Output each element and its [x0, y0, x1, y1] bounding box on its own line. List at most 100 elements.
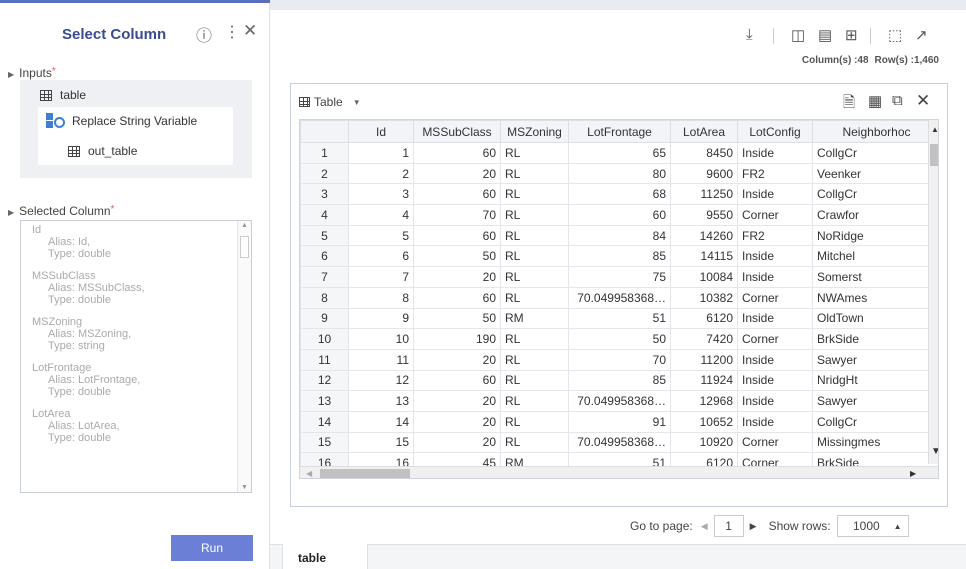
- table-cell[interactable]: 70: [413, 204, 501, 226]
- table-cell[interactable]: RL: [500, 369, 569, 392]
- table-cell[interactable]: FR2: [737, 162, 813, 185]
- table-row[interactable]: 11 11 20 RL 70 11200 Inside Sawyer: [300, 348, 938, 371]
- column-settings-icon[interactable]: ▦: [868, 92, 882, 110]
- table-cell[interactable]: Inside: [737, 142, 813, 164]
- table-cell[interactable]: 20: [413, 410, 501, 433]
- table-cell[interactable]: Corner: [737, 328, 813, 350]
- rows-per-page-select[interactable]: 1000 ▲: [836, 515, 909, 537]
- table-row[interactable]: 5 5 60 RL 84 14260 FR2 NoRidge: [300, 224, 938, 247]
- inputs-section-toggle[interactable]: ▶ Inputs*: [8, 66, 56, 80]
- table-cell[interactable]: RL: [500, 142, 569, 164]
- help-icon[interactable]: ⓘ: [196, 22, 212, 46]
- table-cell[interactable]: 68: [568, 183, 671, 206]
- table-row[interactable]: 2 2 20 RL 80 9600 FR2 Veenker: [300, 162, 938, 185]
- table-cell[interactable]: RL: [500, 328, 569, 350]
- row-index[interactable]: 12: [300, 369, 349, 392]
- grid-layout-icon[interactable]: ⊞: [845, 26, 858, 44]
- table-cell[interactable]: 50: [413, 245, 501, 268]
- table-cell[interactable]: 3: [348, 183, 414, 206]
- column-header[interactable]: Neighborhoc: [812, 120, 938, 143]
- table-cell[interactable]: 9600: [670, 162, 738, 185]
- table-cell[interactable]: 60: [413, 183, 501, 206]
- table-cell[interactable]: RL: [500, 348, 569, 371]
- table-cell[interactable]: 20: [413, 266, 501, 288]
- table-cell[interactable]: 70.049958368…: [568, 286, 671, 309]
- page-input[interactable]: 1: [713, 515, 744, 537]
- table-cell[interactable]: Inside: [737, 410, 813, 433]
- row-index[interactable]: 3: [300, 183, 349, 206]
- table-cell[interactable]: 7420: [670, 328, 738, 350]
- row-index[interactable]: 11: [300, 348, 349, 371]
- table-cell[interactable]: 20: [413, 390, 501, 412]
- table-cell[interactable]: RL: [500, 266, 569, 288]
- table-cell[interactable]: 8: [348, 286, 414, 309]
- row-index[interactable]: 8: [300, 286, 349, 309]
- table-cell[interactable]: 15: [348, 431, 414, 454]
- table-cell[interactable]: RL: [500, 183, 569, 206]
- scroll-down-icon[interactable]: ▼: [241, 484, 248, 491]
- table-cell[interactable]: BrkSide: [812, 328, 938, 350]
- scroll-right-icon[interactable]: ▶: [910, 469, 916, 478]
- table-cell[interactable]: 13: [348, 390, 414, 412]
- table-cell[interactable]: 11200: [670, 348, 738, 371]
- table-cell[interactable]: 20: [413, 431, 501, 454]
- table-cell[interactable]: CollgCr: [812, 142, 938, 164]
- table-cell[interactable]: 9: [348, 307, 414, 330]
- column-header[interactable]: LotFrontage: [568, 120, 671, 143]
- table-row[interactable]: 7 7 20 RL 75 10084 Inside Somerst: [300, 266, 938, 288]
- table-row[interactable]: 1 1 60 RL 65 8450 Inside CollgCr: [300, 142, 938, 164]
- table-cell[interactable]: Veenker: [812, 162, 938, 185]
- column-header[interactable]: MSZoning: [500, 120, 569, 143]
- view-selector[interactable]: Table ▼: [299, 95, 361, 109]
- table-cell[interactable]: 12968: [670, 390, 738, 412]
- table-cell[interactable]: RL: [500, 224, 569, 247]
- table-cell[interactable]: Inside: [737, 348, 813, 371]
- table-cell[interactable]: Crawfor: [812, 204, 938, 226]
- table-cell[interactable]: 65: [568, 142, 671, 164]
- table-row[interactable]: 9 9 50 RM 51 6120 Inside OldTown: [300, 307, 938, 330]
- table-row[interactable]: 12 12 60 RL 85 11924 Inside NridgHt: [300, 369, 938, 392]
- table-row[interactable]: 10 10 190 RL 50 7420 Corner BrkSide: [300, 328, 938, 350]
- close-icon[interactable]: ✕: [916, 91, 930, 111]
- table-cell[interactable]: Corner: [737, 286, 813, 309]
- copy-icon[interactable]: ⧉: [892, 92, 903, 109]
- prev-page-icon[interactable]: ◀: [701, 521, 708, 532]
- row-index[interactable]: 10: [300, 328, 349, 350]
- table-row[interactable]: 8 8 60 RL 70.049958368… 10382 Corner NWAmes: [300, 286, 938, 309]
- selected-column-item[interactable]: Id Alias: Id, Type: double: [32, 224, 251, 260]
- table-cell[interactable]: Corner: [737, 204, 813, 226]
- table-row[interactable]: 6 6 50 RL 85 14115 Inside Mitchel: [300, 245, 938, 268]
- more-icon[interactable]: ⋮: [224, 22, 240, 42]
- table-cell[interactable]: 7: [348, 266, 414, 288]
- table-cell[interactable]: Sawyer: [812, 348, 938, 371]
- table-cell[interactable]: Corner: [737, 431, 813, 454]
- table-cell[interactable]: 10652: [670, 410, 738, 433]
- selected-column-item[interactable]: LotFrontage Alias: LotFrontage, Type: doub…: [32, 362, 251, 398]
- table-cell[interactable]: RL: [500, 410, 569, 433]
- column-header[interactable]: MSSubClass: [413, 120, 501, 143]
- scroll-thumb[interactable]: [930, 144, 938, 166]
- table-cell[interactable]: 10920: [670, 431, 738, 454]
- table-cell[interactable]: 60: [413, 286, 501, 309]
- node-output-item[interactable]: out_table: [68, 144, 137, 158]
- table-cell[interactable]: 14: [348, 410, 414, 433]
- row-index[interactable]: 9: [300, 307, 349, 330]
- split-vertical-icon[interactable]: ◫: [791, 26, 805, 44]
- split-horizontal-icon[interactable]: ▤: [818, 26, 832, 44]
- tab-table[interactable]: table: [282, 544, 368, 569]
- table-row[interactable]: 3 3 60 RL 68 11250 Inside CollgCr: [300, 183, 938, 206]
- table-cell[interactable]: 51: [568, 307, 671, 330]
- table-cell[interactable]: 20: [413, 162, 501, 185]
- input-table-item[interactable]: table: [40, 88, 86, 102]
- table-cell[interactable]: 6: [348, 245, 414, 268]
- row-index[interactable]: 1: [300, 142, 349, 164]
- table-cell[interactable]: 84: [568, 224, 671, 247]
- table-cell[interactable]: 50: [568, 328, 671, 350]
- vertical-scrollbar[interactable]: ▲ ▼: [928, 120, 938, 464]
- table-cell[interactable]: Sawyer: [812, 390, 938, 412]
- table-cell[interactable]: NridgHt: [812, 369, 938, 392]
- table-cell[interactable]: Inside: [737, 307, 813, 330]
- scroll-thumb[interactable]: [240, 236, 249, 258]
- table-row[interactable]: 14 14 20 RL 91 10652 Inside CollgCr: [300, 410, 938, 433]
- table-cell[interactable]: 9550: [670, 204, 738, 226]
